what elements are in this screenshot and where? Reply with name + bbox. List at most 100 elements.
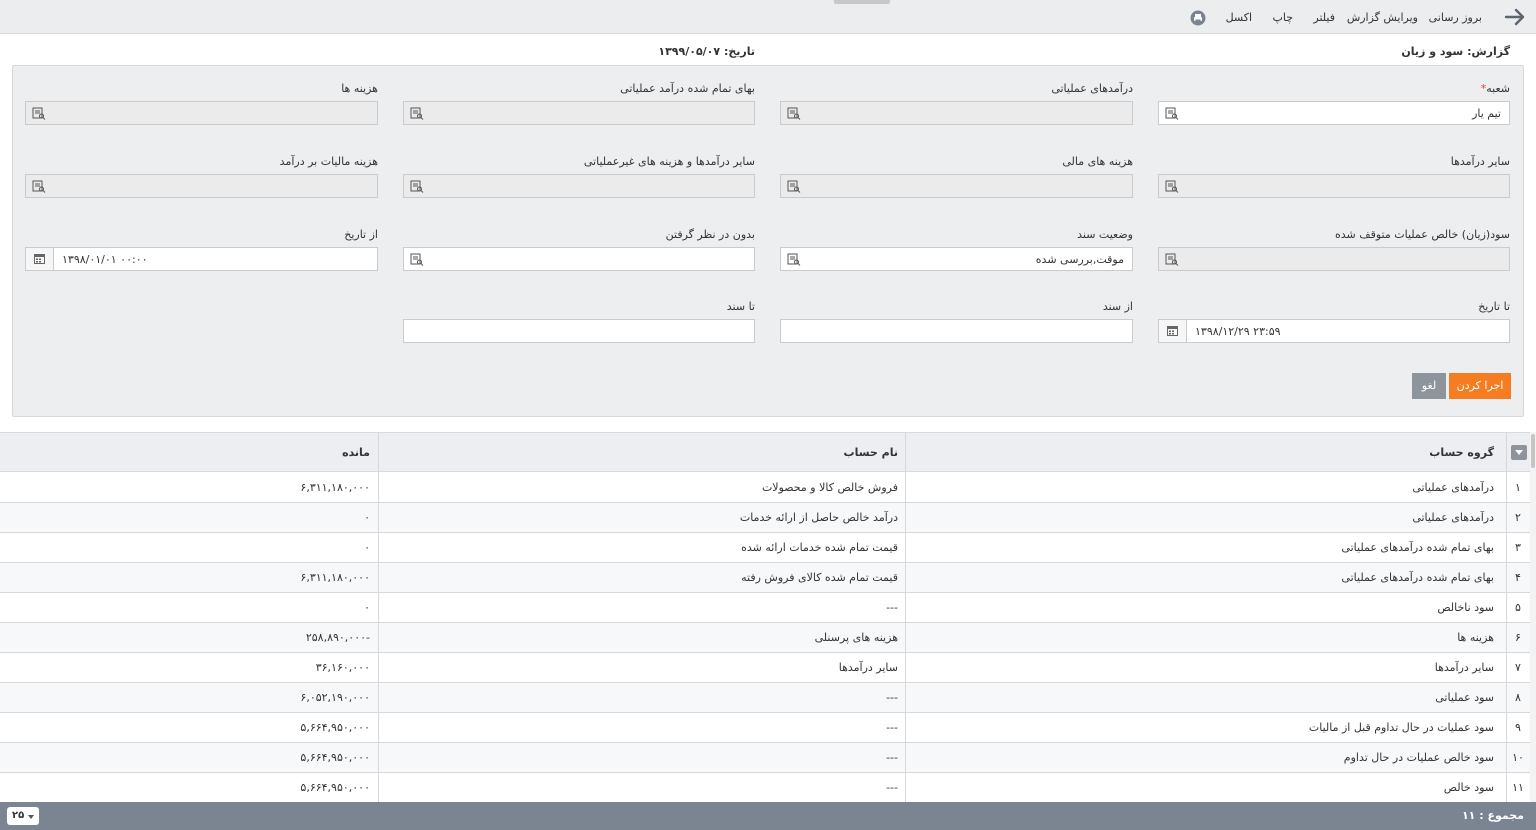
financial-costs-field[interactable] xyxy=(780,174,1133,198)
panel-grip[interactable] xyxy=(834,0,890,4)
lookup-icon[interactable] xyxy=(1165,180,1179,193)
table-row[interactable]: ۱۱ سود خالص --- ۵,۶۶۴,۹۵۰,۰۰۰ xyxy=(0,773,1530,802)
lookup-icon[interactable] xyxy=(410,180,424,193)
lookup-icon[interactable] xyxy=(32,180,46,193)
cell-account: --- xyxy=(886,751,898,764)
table-row[interactable]: ۷ سایر درآمدها سایر درآمدها ۳۶,۱۶۰,۰۰۰ xyxy=(0,653,1530,683)
cell-balance: ۵,۶۶۴,۹۵۰,۰۰۰ xyxy=(300,721,370,734)
scrollbar-thumb[interactable] xyxy=(1531,434,1535,468)
cell-account: درآمد خالص حاصل از ارائه خدمات xyxy=(739,511,898,524)
cell-group: هزینه ها xyxy=(1457,631,1494,644)
financial-costs-label: هزینه های مالی xyxy=(1062,155,1133,168)
cell-balance: ۳۶,۱۶۰,۰۰۰ xyxy=(315,661,370,674)
from-doc-input[interactable] xyxy=(780,319,1133,343)
table-row[interactable]: ۶ هزینه ها هزینه های پرسنلی -۲۵۸,۸۹۰,۰۰۰ xyxy=(0,623,1530,653)
to-date-value: ۱۳۹۸/۱۲/۲۹ ۲۳:۵۹ xyxy=(1195,325,1281,338)
cell-balance: ۵,۶۶۴,۹۵۰,۰۰۰ xyxy=(300,781,370,794)
operating-revenue-label: درآمدهای عملیاتی xyxy=(1051,82,1133,95)
branch-value: تیم یار xyxy=(1472,107,1501,120)
other-non-operating-field[interactable] xyxy=(403,174,755,198)
cell-balance: ۰ xyxy=(364,511,370,524)
column-menu-button[interactable] xyxy=(1511,445,1527,460)
table-row[interactable]: ۳ بهای تمام شده درآمدهای عملیاتی قیمت تمام… xyxy=(0,533,1530,563)
income-tax-field[interactable] xyxy=(25,174,378,198)
lookup-icon[interactable] xyxy=(787,253,801,266)
cost-of-revenue-field[interactable] xyxy=(403,101,755,125)
column-header-balance[interactable]: مانده xyxy=(10,433,380,472)
cell-account: فروش خالص کالا و محصولات xyxy=(761,481,898,494)
row-number: ۲ xyxy=(1515,511,1521,524)
table-row[interactable]: ۲ درآمدهای عملیاتی درآمد خالص حاصل از ارائ… xyxy=(0,503,1530,533)
expenses-label: هزینه ها xyxy=(341,82,378,95)
to-date-field[interactable]: ۱۳۹۸/۱۲/۲۹ ۲۳:۵۹ xyxy=(1158,319,1510,343)
row-number: ۷ xyxy=(1515,661,1521,674)
calendar-button[interactable] xyxy=(1159,320,1187,342)
operating-revenue-field[interactable] xyxy=(780,101,1133,125)
other-non-operating-label: سایر درآمدها و هزینه های غیرعملیاتی xyxy=(583,155,755,168)
cell-group: سود عملیاتی xyxy=(1435,691,1494,704)
table-row[interactable]: ۴ بهای تمام شده درآمدهای عملیاتی قیمت تمام… xyxy=(0,563,1530,593)
row-number: ۱ xyxy=(1515,481,1521,494)
income-tax-label: هزینه مالیات بر درآمد xyxy=(279,155,378,168)
cell-account: --- xyxy=(886,781,898,794)
branch-field[interactable]: تیم یار xyxy=(1158,101,1510,125)
from-date-label: از تاریخ xyxy=(344,228,378,241)
to-doc-input[interactable] xyxy=(403,319,755,343)
cell-group: سایر درآمدها xyxy=(1434,661,1494,674)
cell-balance: ۶,۰۵۲,۱۹۰,۰۰۰ xyxy=(300,691,370,704)
lookup-icon[interactable] xyxy=(1165,107,1179,120)
ignore-label: بدون در نظر گرفتن xyxy=(665,228,755,241)
print-button[interactable]: چاپ xyxy=(1272,11,1293,25)
cell-account: --- xyxy=(886,721,898,734)
run-button[interactable]: اجرا کردن xyxy=(1449,373,1511,399)
lookup-icon[interactable] xyxy=(787,180,801,193)
cell-account: سایر درآمدها xyxy=(838,661,898,674)
table-scrollbar[interactable] xyxy=(1530,432,1536,802)
discontinued-ops-field[interactable] xyxy=(1158,247,1510,271)
other-income-field[interactable] xyxy=(1158,174,1510,198)
cancel-button[interactable]: لغو xyxy=(1412,373,1446,399)
doc-status-value: موقت,بررسی شده xyxy=(1035,253,1124,266)
lookup-icon[interactable] xyxy=(410,253,424,266)
arrow-right-icon[interactable] xyxy=(1503,6,1527,28)
cell-balance: -۲۵۸,۸۹۰,۰۰۰ xyxy=(305,631,370,644)
lookup-icon[interactable] xyxy=(410,107,424,120)
lookup-icon[interactable] xyxy=(1165,253,1179,266)
column-header-account[interactable]: نام حساب xyxy=(388,433,908,472)
lookup-icon[interactable] xyxy=(787,107,801,120)
cell-group: درآمدهای عملیاتی xyxy=(1412,511,1494,524)
cell-group: سود ناخالص xyxy=(1437,601,1494,614)
ignore-field[interactable] xyxy=(403,247,755,271)
other-income-label: سایر درآمدها xyxy=(1450,155,1510,168)
row-number: ۹ xyxy=(1515,721,1521,734)
cell-group: بهای تمام شده درآمدهای عملیاتی xyxy=(1341,541,1494,554)
toolbar: بروز رسانی ویرایش گزارش فیلتر چاپ اکسل xyxy=(0,0,1536,34)
table-row[interactable]: ۹ سود عملیات در حال تداوم قبل از مالیات --… xyxy=(0,713,1530,743)
column-header-group[interactable]: گروه حساب xyxy=(904,433,1504,472)
cell-balance: ۰ xyxy=(364,601,370,614)
table-row[interactable]: ۵ سود ناخالص --- ۰ xyxy=(0,593,1530,623)
lookup-icon[interactable] xyxy=(32,107,46,120)
doc-status-label: وضعیت سند xyxy=(1077,228,1133,241)
table-row[interactable]: ۱۰ سود خالص عملیات در حال تداوم --- ۵,۶۶۴,۹… xyxy=(0,743,1530,773)
expenses-field[interactable] xyxy=(25,101,378,125)
refresh-button[interactable]: بروز رسانی xyxy=(1429,11,1482,25)
filter-button[interactable]: فیلتر xyxy=(1313,11,1335,25)
table-header: گروه حساب نام حساب مانده xyxy=(0,433,1530,472)
calendar-button[interactable] xyxy=(26,248,54,270)
row-number: ۴ xyxy=(1515,571,1521,584)
edit-report-button[interactable]: ویرایش گزارش xyxy=(1347,11,1418,25)
print-icon[interactable] xyxy=(1190,10,1206,26)
doc-status-field[interactable]: موقت,بررسی شده xyxy=(780,247,1133,271)
column-divider xyxy=(905,433,906,802)
cell-balance: ۵,۶۶۴,۹۵۰,۰۰۰ xyxy=(300,751,370,764)
table-row[interactable]: ۱ درآمدهای عملیاتی فروش خالص کالا و محصولا… xyxy=(0,473,1530,503)
cell-group: بهای تمام شده درآمدهای عملیاتی xyxy=(1341,571,1494,584)
excel-button[interactable]: اکسل xyxy=(1226,11,1252,25)
from-date-field[interactable]: ۱۳۹۸/۰۱/۰۱ ۰۰:۰۰ xyxy=(25,247,378,271)
page-size-select[interactable]: ۲۵ xyxy=(7,807,39,825)
to-doc-label: تا سند xyxy=(726,300,755,313)
table-row[interactable]: ۸ سود عملیاتی --- ۶,۰۵۲,۱۹۰,۰۰۰ xyxy=(0,683,1530,713)
cell-balance: ۰ xyxy=(364,541,370,554)
cell-group: درآمدهای عملیاتی xyxy=(1412,481,1494,494)
